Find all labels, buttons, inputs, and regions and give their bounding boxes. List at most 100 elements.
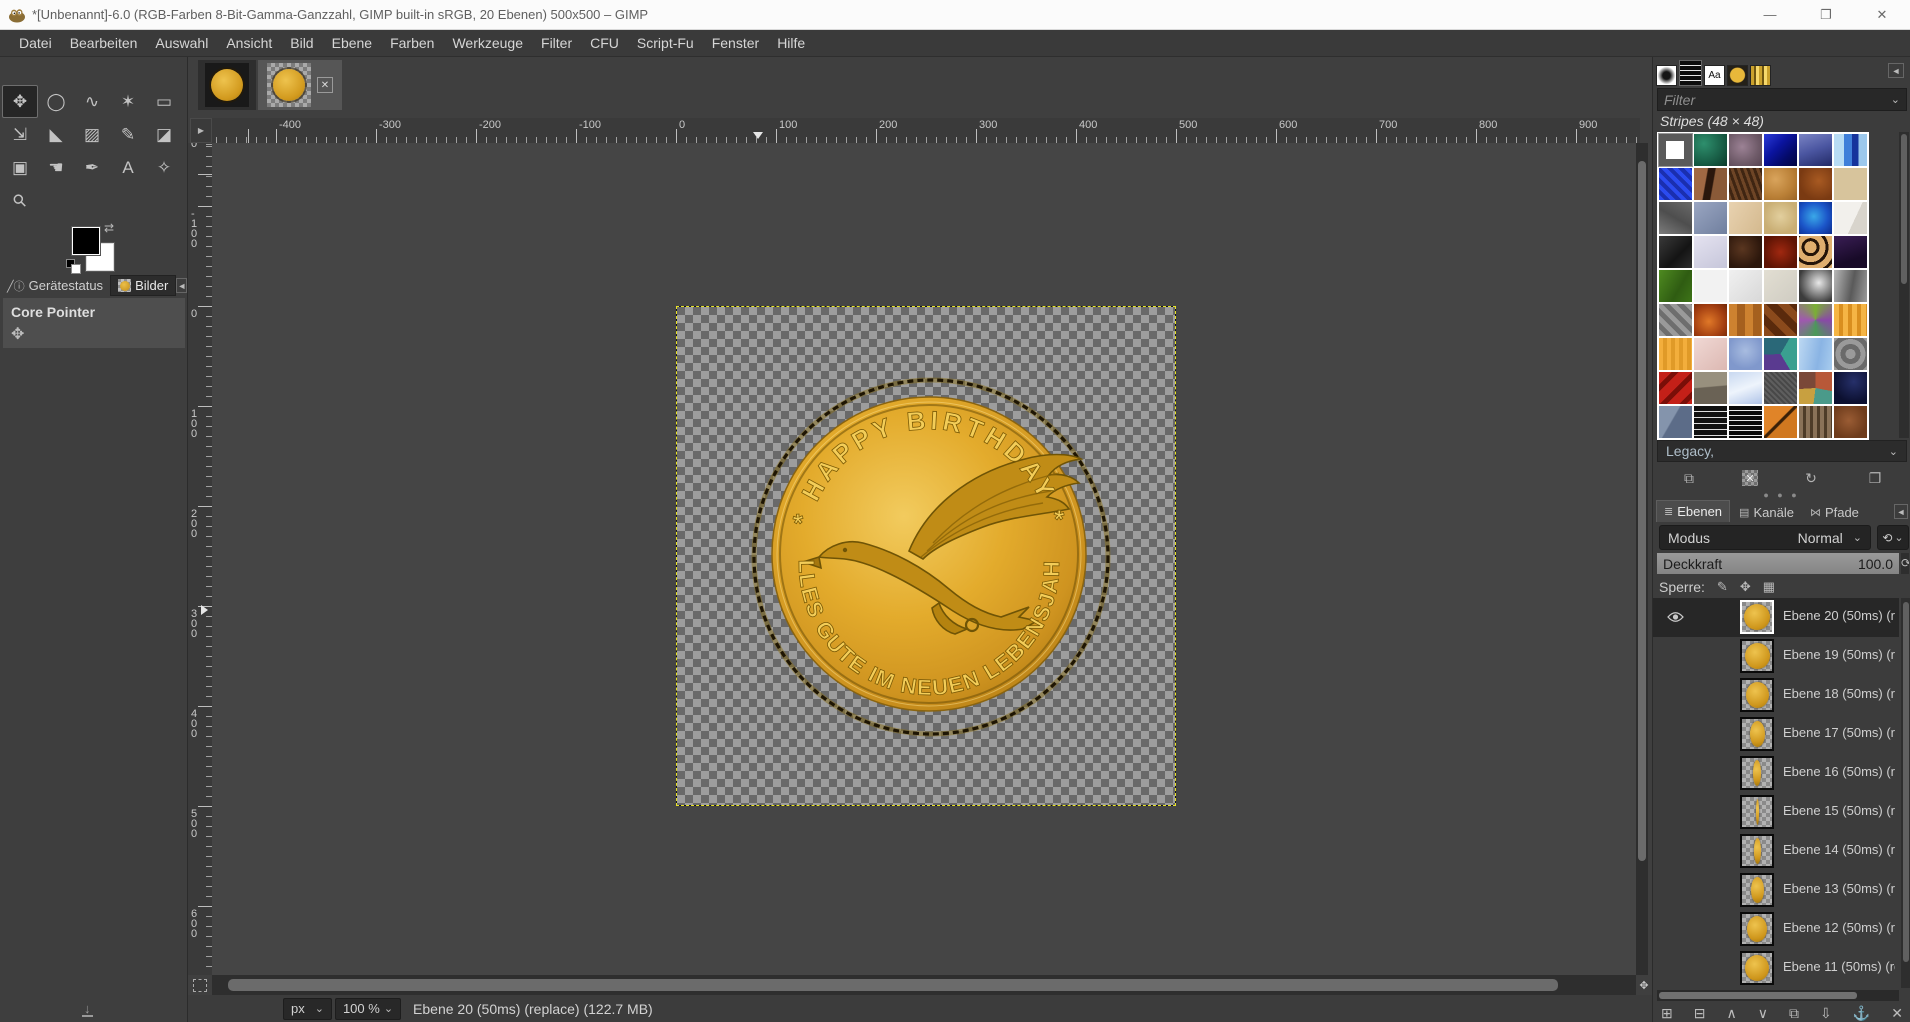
- move-tool[interactable]: ✥: [2, 85, 38, 118]
- opacity-slider[interactable]: Deckkraft 100.0: [1657, 553, 1899, 574]
- vertical-ruler[interactable]: - 2 0 0 - 1 0 0 0 1 0 0 2 0 0 3 0 0 4 0 0 5 0 0…: [188, 143, 212, 975]
- delete-pattern-button[interactable]: ✕: [1742, 470, 1758, 486]
- menu-farben[interactable]: Farben: [381, 31, 443, 55]
- pattern-swatch-selected[interactable]: [1658, 133, 1693, 167]
- pencil-tool[interactable]: ✎: [110, 118, 146, 151]
- mode-switch-button[interactable]: ⟲ ⌄: [1877, 525, 1909, 550]
- layer-thumbnail[interactable]: [1740, 873, 1774, 907]
- pattern-swatch[interactable]: [1694, 236, 1727, 268]
- pattern-swatch[interactable]: [1799, 304, 1832, 336]
- scale-tool[interactable]: ⇲: [2, 118, 38, 151]
- delete-layer-button[interactable]: ✕: [1891, 1005, 1903, 1021]
- bucket-fill-tool[interactable]: ◣: [38, 118, 74, 151]
- pattern-set-select[interactable]: Legacy, ⌄: [1657, 440, 1907, 462]
- tab-bilder[interactable]: Bilder: [110, 275, 177, 296]
- pattern-swatch[interactable]: [1764, 338, 1797, 370]
- layer-row[interactable]: Ebene 11 (50ms) (replace): [1653, 949, 1899, 988]
- layer-name[interactable]: Ebene 20 (50ms) (replace): [1783, 608, 1895, 623]
- pattern-swatch[interactable]: [1834, 270, 1867, 302]
- pattern-swatch[interactable]: [1799, 236, 1832, 268]
- layer-thumbnail[interactable]: [1740, 951, 1774, 985]
- layer-row[interactable]: Ebene 20 (50ms) (replace): [1653, 598, 1899, 637]
- eraser-tool[interactable]: ◪: [146, 118, 182, 151]
- lock-pixels-icon[interactable]: ✎: [1717, 579, 1728, 595]
- pattern-swatch[interactable]: [1729, 236, 1762, 268]
- pattern-swatch[interactable]: [1834, 168, 1867, 200]
- zoom-tool[interactable]: ⚲: [2, 184, 38, 217]
- layer-name[interactable]: Ebene 18 (50ms) (replace): [1783, 686, 1895, 701]
- menu-scriptfu[interactable]: Script-Fu: [628, 31, 703, 55]
- layer-name[interactable]: Ebene 11 (50ms) (replace): [1783, 959, 1895, 974]
- pattern-swatch[interactable]: [1729, 304, 1762, 336]
- layer-thumbnail[interactable]: [1740, 717, 1774, 751]
- menu-auswahl[interactable]: Auswahl: [146, 31, 217, 55]
- layers-vscrollbar[interactable]: [1901, 598, 1910, 988]
- pattern-swatch[interactable]: [1799, 168, 1832, 200]
- close-image-icon[interactable]: ✕: [317, 77, 333, 93]
- pattern-swatch[interactable]: [1694, 304, 1727, 336]
- layer-row[interactable]: Ebene 16 (50ms) (replace): [1653, 754, 1899, 793]
- pattern-swatch[interactable]: [1799, 406, 1832, 438]
- pattern-swatch[interactable]: [1764, 236, 1797, 268]
- new-layer-group-button[interactable]: ⊟: [1694, 1005, 1706, 1021]
- canvas-image[interactable]: * HAPPY BIRTHDAY * ALLES GUTE IM NEUEN L…: [676, 306, 1176, 806]
- tab-ebenen[interactable]: ≣ Ebenen: [1656, 500, 1731, 522]
- pattern-swatch[interactable]: [1659, 338, 1692, 370]
- layer-name[interactable]: Ebene 13 (50ms) (replace): [1783, 881, 1895, 896]
- navigation-button[interactable]: ✥: [1636, 975, 1652, 995]
- layer-name[interactable]: Ebene 17 (50ms) (replace): [1783, 725, 1895, 740]
- ink-tool[interactable]: ✒: [74, 151, 110, 184]
- history-tab[interactable]: [1727, 65, 1748, 86]
- lock-alpha-icon[interactable]: ▦: [1763, 579, 1775, 595]
- pattern-swatch[interactable]: [1799, 338, 1832, 370]
- menu-cfu[interactable]: CFU: [581, 31, 628, 55]
- refresh-patterns-button[interactable]: ↻: [1800, 468, 1822, 488]
- layer-thumbnail[interactable]: [1740, 795, 1774, 829]
- pattern-swatch[interactable]: [1834, 236, 1867, 268]
- pattern-swatch[interactable]: [1834, 338, 1867, 370]
- restore-button[interactable]: ❐: [1798, 0, 1854, 30]
- pattern-swatch[interactable]: [1729, 168, 1762, 200]
- pattern-swatch[interactable]: [1764, 134, 1797, 166]
- menu-ansicht[interactable]: Ansicht: [217, 31, 281, 55]
- duplicate-layer-button[interactable]: ⧉: [1789, 1005, 1799, 1021]
- layers-menu-icon[interactable]: ◄: [1894, 504, 1908, 519]
- horizontal-ruler[interactable]: -400 -300 -200 -100 0 100 200 300 400 500 600 700 80…: [212, 118, 1640, 143]
- pattern-swatch[interactable]: [1729, 134, 1762, 166]
- color-picker-tool[interactable]: ✧: [146, 151, 182, 184]
- menu-hilfe[interactable]: Hilfe: [768, 31, 814, 55]
- layer-name[interactable]: Ebene 16 (50ms) (replace): [1783, 764, 1895, 779]
- layer-thumbnail[interactable]: [1740, 756, 1774, 790]
- pattern-swatch[interactable]: [1729, 270, 1762, 302]
- close-button[interactable]: ✕: [1854, 0, 1910, 30]
- default-colors-icon[interactable]: [66, 259, 81, 274]
- fonts-tab[interactable]: Aa: [1704, 65, 1725, 86]
- layer-thumbnail[interactable]: [1740, 600, 1774, 634]
- layer-row[interactable]: Ebene 13 (50ms) (replace): [1653, 871, 1899, 910]
- text-tool[interactable]: A: [110, 151, 146, 184]
- pattern-swatch[interactable]: [1694, 134, 1727, 166]
- merge-layer-button[interactable]: ⇩: [1820, 1005, 1832, 1021]
- pattern-swatch[interactable]: [1694, 202, 1727, 234]
- layer-name[interactable]: Ebene 14 (50ms) (replace): [1783, 842, 1895, 857]
- layer-thumbnail[interactable]: [1740, 639, 1774, 673]
- smudge-tool[interactable]: ☚: [38, 151, 74, 184]
- pattern-swatch[interactable]: [1799, 270, 1832, 302]
- pattern-swatch[interactable]: [1764, 168, 1797, 200]
- tab-kanäle[interactable]: ▤ Kanäle: [1732, 502, 1801, 522]
- layer-row[interactable]: Ebene 12 (50ms) (replace): [1653, 910, 1899, 949]
- duplicate-pattern-button[interactable]: ⧉: [1678, 468, 1700, 488]
- gradients-tab[interactable]: [1750, 65, 1771, 86]
- minimize-button[interactable]: —: [1742, 0, 1798, 30]
- foreground-color-swatch[interactable]: [72, 227, 100, 255]
- pattern-swatch[interactable]: [1694, 406, 1727, 438]
- tab-pfade[interactable]: ⋈ Pfade: [1803, 502, 1866, 522]
- pattern-swatch[interactable]: [1659, 270, 1692, 302]
- pattern-swatch[interactable]: [1834, 202, 1867, 234]
- pattern-swatch[interactable]: [1834, 304, 1867, 336]
- opacity-spinner[interactable]: ⟳: [1901, 553, 1909, 574]
- menu-bild[interactable]: Bild: [281, 31, 322, 55]
- dock-tab-menu-icon[interactable]: ◄: [176, 278, 188, 293]
- pattern-swatch[interactable]: [1694, 270, 1727, 302]
- pattern-swatch[interactable]: [1694, 372, 1727, 404]
